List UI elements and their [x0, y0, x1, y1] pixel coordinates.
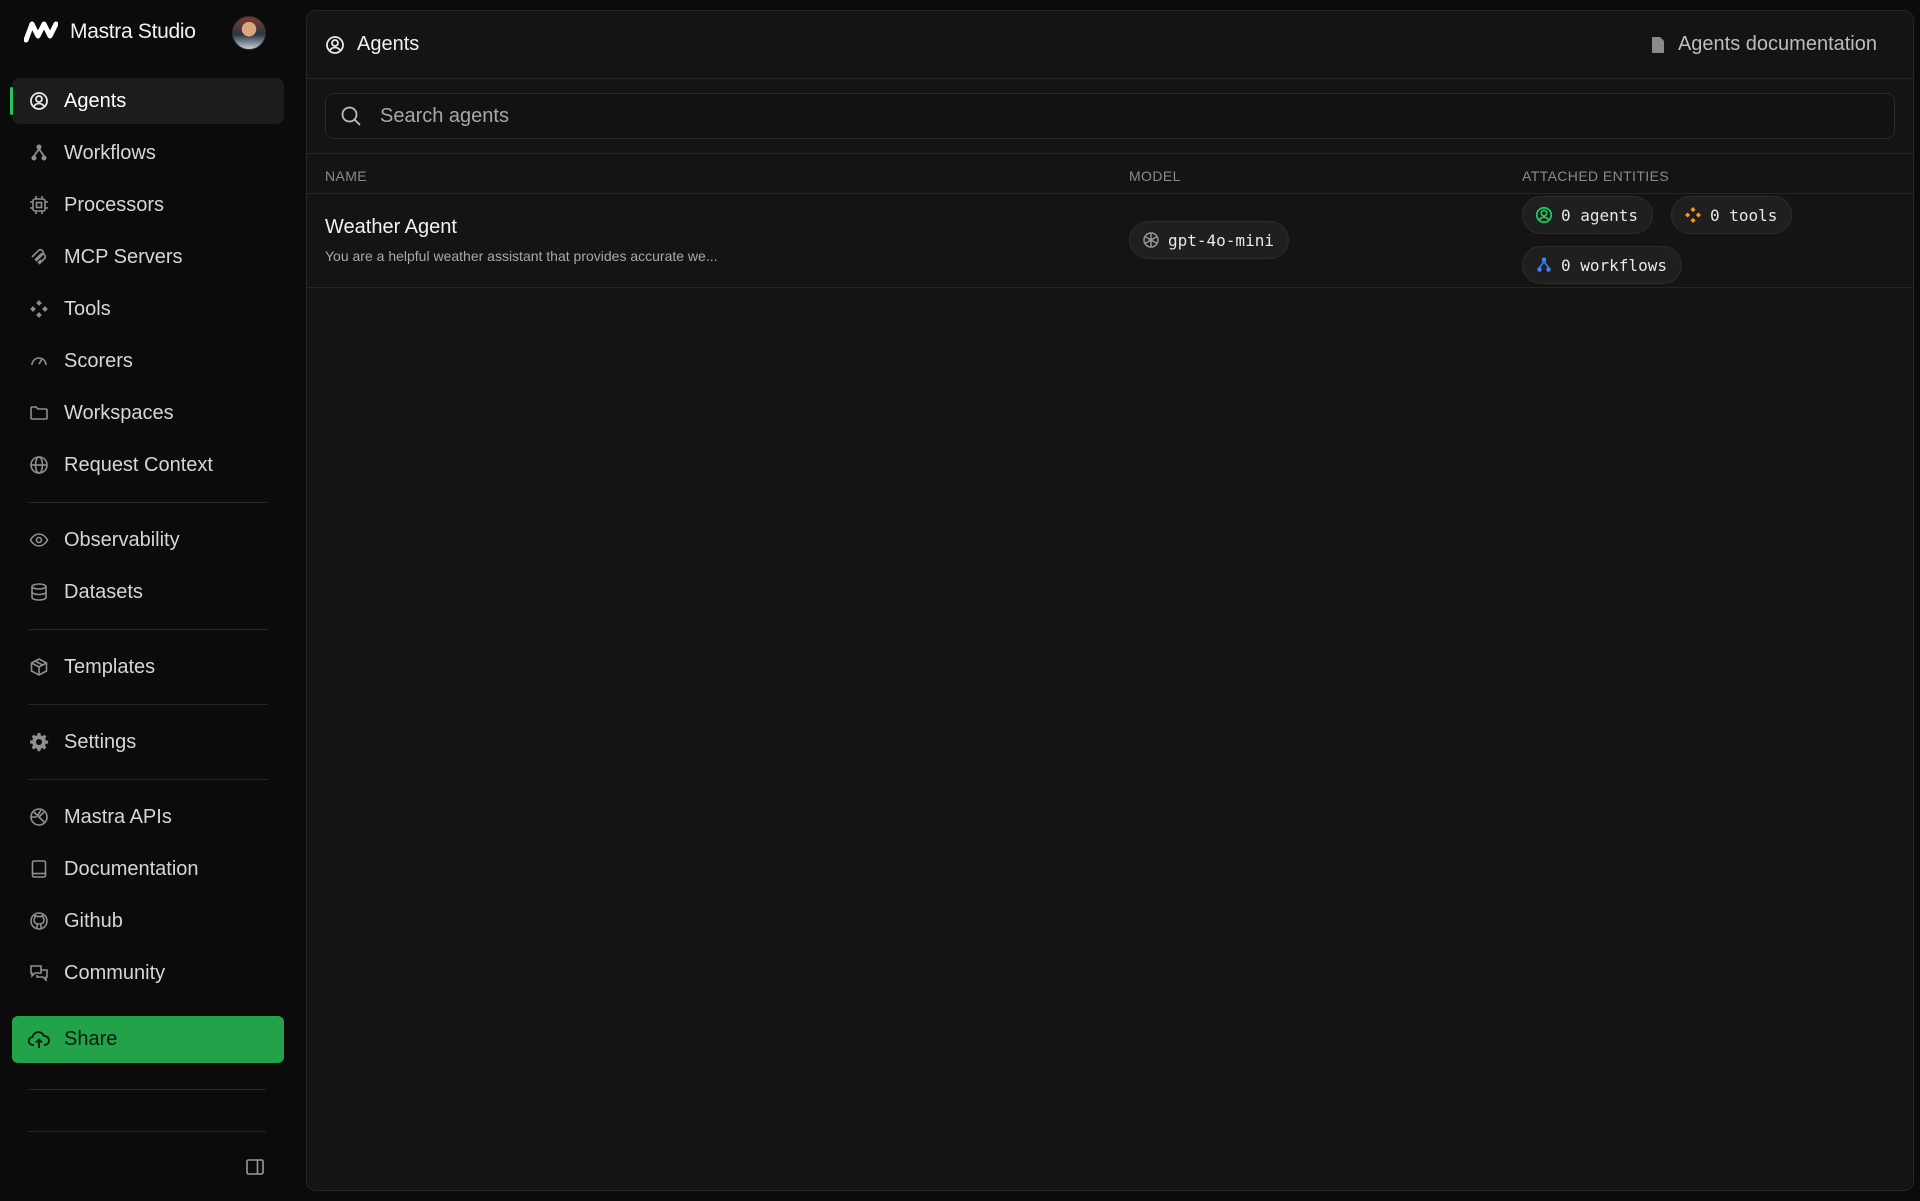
- sidebar-item-label: Community: [64, 961, 166, 984]
- sidebar-item-label: Tools: [64, 297, 111, 320]
- doc-link-label: Agents documentation: [1677, 33, 1877, 55]
- app-name: Mastra Studio: [70, 20, 196, 43]
- sidebar-item-tools[interactable]: Tools: [12, 286, 284, 332]
- sidebar-item-workspaces[interactable]: Workspaces: [12, 390, 284, 436]
- package-icon: [28, 656, 50, 678]
- page-header: Agents Agents documentation: [307, 11, 1913, 79]
- workflow-icon: [1535, 256, 1553, 274]
- sidebar-item-label: Request Context: [64, 453, 213, 476]
- tools-icon: [1684, 206, 1702, 224]
- attached-workflows-badge[interactable]: 0 workflows: [1522, 246, 1682, 284]
- agent-icon: [28, 90, 50, 112]
- sidebar-item-mcp-servers[interactable]: MCP Servers: [12, 234, 284, 280]
- sidebar-item-label: Processors: [64, 193, 165, 216]
- model-badge: gpt-4o-mini: [1129, 221, 1289, 259]
- sidebar-divider: [28, 629, 268, 630]
- sidebar-item-label: Observability: [64, 528, 180, 551]
- github-icon: [28, 910, 50, 932]
- sidebar-item-scorers[interactable]: Scorers: [12, 338, 284, 384]
- brand[interactable]: Mastra Studio: [24, 14, 196, 50]
- column-header-model: MODEL: [1129, 168, 1181, 184]
- sidebar-item-observability[interactable]: Observability: [12, 517, 284, 563]
- workflow-icon: [28, 142, 50, 164]
- sidebar-item-settings[interactable]: Settings: [12, 719, 284, 765]
- panel-toggle-icon: [245, 1157, 265, 1182]
- agent-icon: [325, 35, 345, 55]
- column-header-attached-entities: ATTACHED ENTITIES: [1522, 168, 1670, 184]
- sidebar: Mastra Studio Agents Workflows Processor…: [0, 0, 300, 1201]
- chat-icon: [28, 962, 50, 984]
- agent-name[interactable]: Weather Agent: [325, 216, 457, 239]
- sidebar-item-datasets[interactable]: Datasets: [12, 569, 284, 615]
- document-icon: [1650, 36, 1666, 54]
- sidebar-item-label: Workflows: [64, 141, 156, 164]
- database-icon: [28, 581, 50, 603]
- sidebar-item-label: Documentation: [64, 857, 199, 880]
- sidebar-item-label: MCP Servers: [64, 245, 183, 268]
- search-icon: [340, 105, 362, 127]
- share-button[interactable]: Share: [12, 1016, 284, 1063]
- sidebar-item-label: Scorers: [64, 349, 133, 372]
- share-label: Share: [64, 1028, 118, 1050]
- search-input[interactable]: [380, 104, 1780, 128]
- agent-description: You are a helpful weather assistant that…: [325, 248, 718, 264]
- book-icon: [28, 858, 50, 880]
- main-panel: Agents Agents documentation NAME MODEL A…: [306, 10, 1914, 1191]
- mastra-logo-icon: [24, 19, 58, 45]
- attached-agents-count: 0 agents: [1561, 205, 1639, 225]
- sidebar-divider: [28, 1089, 266, 1090]
- eye-icon: [28, 529, 50, 551]
- sidebar-divider: [28, 779, 268, 780]
- sidebar-item-mastra-apis[interactable]: Mastra APIs: [12, 794, 284, 840]
- sidebar-item-agents[interactable]: Agents: [10, 78, 284, 124]
- sidebar-item-workflows[interactable]: Workflows: [12, 130, 284, 176]
- folder-icon: [28, 402, 50, 424]
- mcp-icon: [28, 246, 50, 268]
- collapse-sidebar-button[interactable]: [243, 1157, 267, 1181]
- attached-tools-badge[interactable]: 0 tools: [1671, 196, 1793, 234]
- sidebar-item-label: Datasets: [64, 580, 143, 603]
- sidebar-item-processors[interactable]: Processors: [12, 182, 284, 228]
- sidebar-item-community[interactable]: Community: [12, 950, 284, 996]
- page-title-group: Agents: [325, 33, 419, 56]
- user-avatar[interactable]: [232, 16, 266, 50]
- processor-icon: [28, 194, 50, 216]
- attached-agents-badge[interactable]: 0 agents: [1522, 196, 1654, 234]
- column-header-name: NAME: [325, 168, 368, 184]
- attached-workflows-count: 0 workflows: [1561, 255, 1667, 275]
- sidebar-divider: [28, 704, 268, 705]
- sidebar-item-github[interactable]: Github: [12, 898, 284, 944]
- sidebar-item-label: Mastra APIs: [64, 805, 172, 828]
- tools-icon: [28, 298, 50, 320]
- agents-documentation-link[interactable]: Agents documentation: [1650, 33, 1895, 56]
- openai-icon: [1142, 231, 1160, 249]
- sidebar-nav: Agents Workflows Processors MCP Servers …: [10, 78, 284, 1002]
- sidebar-item-label: Agents: [64, 89, 127, 112]
- sidebar-item-label: Github: [64, 909, 123, 932]
- search-box[interactable]: [325, 93, 1895, 139]
- gauge-icon: [28, 350, 50, 372]
- sidebar-item-documentation[interactable]: Documentation: [12, 846, 284, 892]
- globe-icon: [28, 454, 50, 476]
- table-header: NAME MODEL ATTACHED ENTITIES: [307, 154, 1913, 194]
- cloud-upload-icon: [28, 1029, 50, 1051]
- agent-icon: [1535, 206, 1553, 224]
- gear-icon: [28, 731, 50, 753]
- sidebar-divider: [28, 502, 268, 503]
- sidebar-divider: [28, 1131, 266, 1132]
- search-bar: [307, 79, 1913, 154]
- model-name: gpt-4o-mini: [1168, 230, 1274, 250]
- sidebar-item-label: Templates: [64, 655, 156, 678]
- table-row[interactable]: Weather Agent You are a helpful weather …: [307, 194, 1913, 288]
- page-title: Agents: [357, 33, 420, 55]
- api-icon: [28, 806, 50, 828]
- attached-tools-count: 0 tools: [1710, 205, 1778, 225]
- sidebar-item-request-context[interactable]: Request Context: [12, 442, 284, 488]
- sidebar-item-templates[interactable]: Templates: [12, 644, 284, 690]
- sidebar-item-label: Settings: [64, 730, 137, 753]
- sidebar-item-label: Workspaces: [64, 401, 174, 424]
